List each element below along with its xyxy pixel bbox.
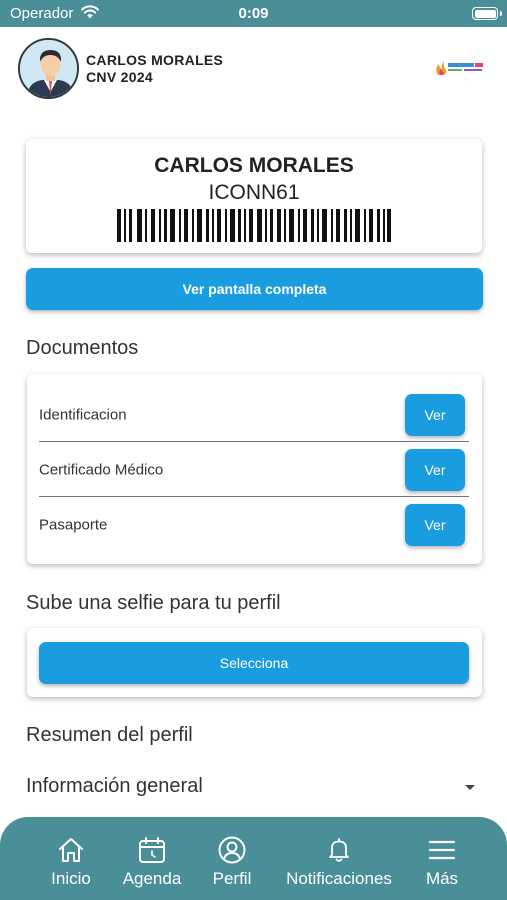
nav-agenda[interactable]: Agenda xyxy=(119,817,185,900)
document-row-identificacion: Identificacion Ver xyxy=(27,387,482,442)
status-bar: Operador 0:09 xyxy=(0,0,507,27)
home-icon xyxy=(59,838,83,862)
document-row-certificado: Certificado Médico Ver xyxy=(27,442,482,497)
id-card-name: CARLOS MORALES xyxy=(154,154,354,177)
nav-notificaciones[interactable]: Notificaciones xyxy=(281,817,397,900)
id-card: CARLOS MORALES ICONN61 xyxy=(26,139,482,253)
chevron-down-icon[interactable] xyxy=(465,785,475,790)
calendar-icon xyxy=(139,837,165,863)
profile-icon xyxy=(218,836,246,864)
documents-title: Documentos xyxy=(26,337,139,359)
select-photo-button[interactable]: Selecciona xyxy=(39,642,469,684)
view-certificado-button[interactable]: Ver xyxy=(405,448,465,491)
user-avatar-icon xyxy=(20,40,77,97)
user-name: CARLOS MORALES xyxy=(86,52,224,68)
nav-label: Perfil xyxy=(212,869,252,888)
nav-label: Agenda xyxy=(122,869,182,888)
selfie-title: Sube una selfie para tu perfil xyxy=(26,592,281,614)
nav-label: Inicio xyxy=(51,869,91,888)
nav-mas[interactable]: Más xyxy=(421,817,463,900)
document-label: Certificado Médico xyxy=(39,461,164,478)
nav-label: Más xyxy=(425,869,459,888)
menu-icon xyxy=(428,840,456,860)
nav-perfil[interactable]: Perfil xyxy=(207,817,257,900)
general-info-toggle[interactable]: Información general xyxy=(26,775,203,798)
battery-icon xyxy=(472,7,502,20)
document-label: Identificacion xyxy=(39,406,127,423)
view-identificacion-button[interactable]: Ver xyxy=(405,393,465,436)
document-row-pasaporte: Pasaporte Ver xyxy=(27,497,482,552)
documents-card: Identificacion Ver Certificado Médico Ve… xyxy=(27,374,482,564)
clock: 0:09 xyxy=(238,5,269,22)
profile-summary-title: Resumen del perfil xyxy=(26,724,193,746)
profile-header: CARLOS MORALES CNV 2024 xyxy=(0,27,507,112)
somos-logo-icon xyxy=(436,61,483,75)
document-label: Pasaporte xyxy=(39,516,108,533)
full-screen-button[interactable]: Ver pantalla completa xyxy=(26,268,483,310)
bottom-navigation: Inicio Agenda Perfil Notificaciones Más xyxy=(0,817,507,900)
bell-icon xyxy=(329,838,349,862)
id-card-code: ICONN61 xyxy=(208,181,300,204)
barcode xyxy=(117,209,391,242)
nav-inicio[interactable]: Inicio xyxy=(45,817,97,900)
event-label: CNV 2024 xyxy=(86,69,153,85)
view-pasaporte-button[interactable]: Ver xyxy=(405,503,465,546)
nav-label: Notificaciones xyxy=(286,869,392,888)
avatar[interactable] xyxy=(18,38,79,99)
